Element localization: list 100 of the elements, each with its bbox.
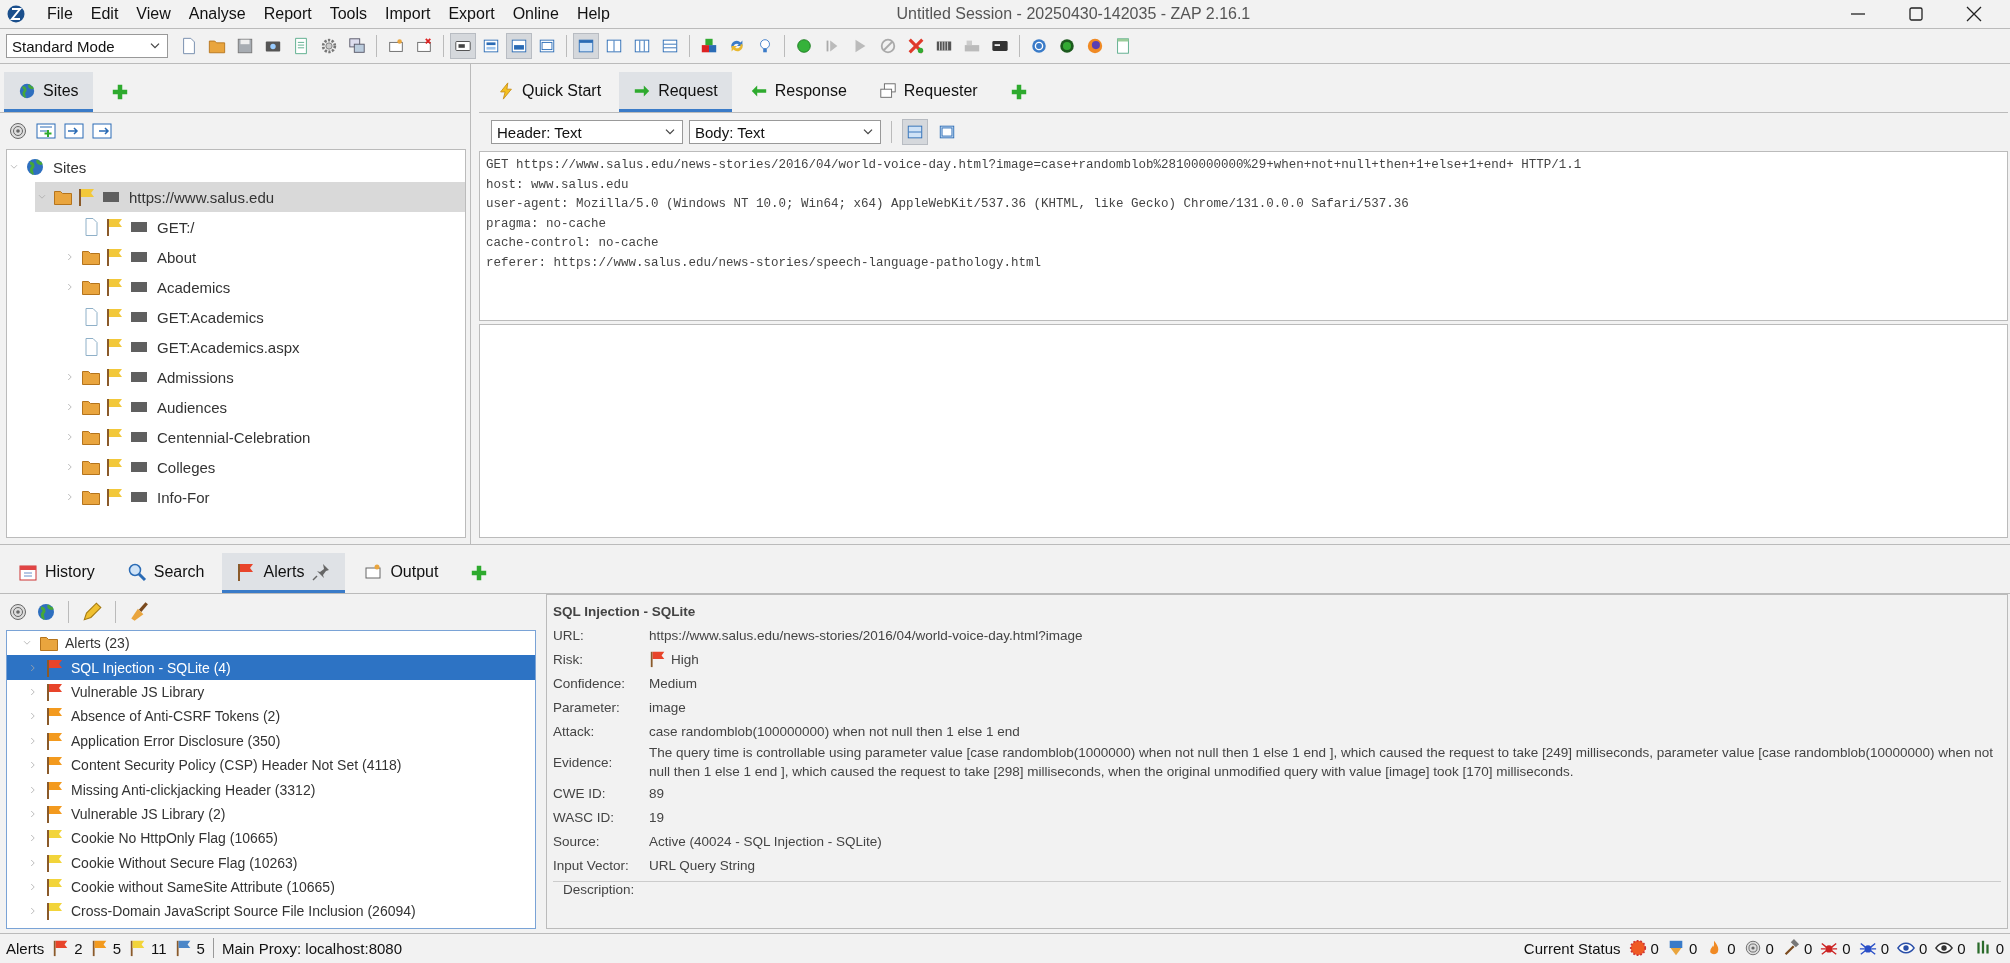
stop-icon[interactable] <box>879 37 897 55</box>
field-label: Source: <box>553 833 601 849</box>
add-icon[interactable] <box>110 83 129 101</box>
globe-icon <box>18 81 36 100</box>
import-icon[interactable] <box>64 121 84 141</box>
windows-icon[interactable] <box>348 37 366 55</box>
header-line: cache-control: no-cache <box>486 235 660 252</box>
tree-row[interactable]: Admissions <box>63 362 465 392</box>
document-icon[interactable] <box>180 37 198 55</box>
circle-icon[interactable] <box>795 37 813 55</box>
alert-row[interactable]: Cookie without SameSite Attribute (10665) <box>7 874 535 900</box>
tree-row[interactable]: GET:/ <box>63 212 465 242</box>
panel-tab[interactable]: Search <box>112 553 219 593</box>
maximize-icon[interactable] <box>1906 4 1926 24</box>
alert-row[interactable]: Cross-Domain JavaScript Source File Inclusion (26094) <box>7 899 535 924</box>
field-value: case randomblob(100000000) when not null then 1 else 1 end <box>649 722 1020 741</box>
panel-tab[interactable]: Alerts <box>222 553 346 593</box>
menu-item[interactable]: View <box>127 5 180 23</box>
layout-icon[interactable] <box>633 37 651 55</box>
alert-row[interactable]: Vulnerable JS Library <box>7 679 535 705</box>
tree-row[interactable]: GET:Academics.aspx <box>63 332 465 362</box>
menu-item[interactable]: Online <box>503 5 568 23</box>
burst-icon <box>1628 939 1647 957</box>
target-icon[interactable] <box>8 602 28 622</box>
menu-item[interactable]: File <box>38 5 82 23</box>
circle-icon[interactable] <box>1058 37 1076 55</box>
blocks-icon[interactable] <box>700 37 718 55</box>
alert-row[interactable]: Application Error Disclosure (350) <box>7 728 535 753</box>
status-label: Current Status <box>1523 939 1621 957</box>
note-icon[interactable] <box>415 37 433 55</box>
panel-tab[interactable]: History <box>4 553 109 593</box>
layout-icon[interactable] <box>605 37 623 55</box>
folder-icon[interactable] <box>36 121 56 141</box>
alert-row[interactable]: Cookie No HttpOnly Flag (10665) <box>7 826 535 851</box>
menu-item[interactable]: Export <box>439 5 504 23</box>
tree-row[interactable]: Sites <box>7 152 465 182</box>
layout-button[interactable] <box>902 119 928 145</box>
report-icon[interactable] <box>292 37 310 55</box>
add-icon[interactable] <box>470 564 489 582</box>
request-header-panel[interactable] <box>479 151 2008 321</box>
alert-row[interactable]: Content Security Policy (CSP) Header Not Set (4118) <box>7 752 535 778</box>
header-line: referer: https://www.salus.edu/news-stories/speech-language-pathology.html <box>486 254 1043 272</box>
alert-row[interactable]: Cookie Without Secure Flag (10263) <box>7 850 535 875</box>
tree-row[interactable]: Colleges <box>63 452 465 482</box>
help-icon[interactable] <box>1030 37 1048 55</box>
tree-row[interactable]: GET:Academics <box>63 302 465 332</box>
tree-row[interactable]: Centennial-Celebration <box>63 422 465 452</box>
menu-item[interactable]: Analyse <box>179 5 255 23</box>
panel-tab[interactable]: Requester <box>864 72 992 112</box>
menu-item[interactable]: Edit <box>81 5 128 23</box>
panel-tab[interactable]: Output <box>349 553 453 593</box>
menu-item[interactable]: Import <box>376 5 440 23</box>
header-view-dropdown[interactable]: Header: Text <box>491 120 683 144</box>
export-icon[interactable] <box>92 121 112 141</box>
broom-icon[interactable] <box>128 601 150 623</box>
tree-row[interactable]: About <box>63 242 465 272</box>
flag-icon <box>105 337 125 357</box>
globe-icon[interactable] <box>36 602 56 622</box>
tree-label: About <box>157 248 197 266</box>
field-value: 19 <box>649 808 665 827</box>
globe-icon <box>25 157 45 177</box>
alert-label: Content Security Policy (CSP) Header Not Set (4118) <box>71 757 402 774</box>
body-view-dropdown[interactable]: Body: Text <box>689 120 881 144</box>
alert-row[interactable]: Vulnerable JS Library (2) <box>7 801 535 827</box>
alert-count: 11 <box>151 939 167 957</box>
field-value: Active (40024 - SQL Injection - SQLite) <box>649 832 882 851</box>
panel-tab[interactable]: Quick Start <box>483 72 616 112</box>
alert-row[interactable]: Missing Anti-clickjacking Header (3312) <box>7 777 535 802</box>
tree-row[interactable]: https://www.salus.edu <box>35 182 465 212</box>
delete-icon[interactable] <box>907 37 925 55</box>
note-icon[interactable] <box>387 37 405 55</box>
header-line: host: www.salus.edu <box>486 176 630 194</box>
add-icon[interactable] <box>1009 83 1028 101</box>
menu-item[interactable]: Report <box>254 5 321 23</box>
notepad-icon[interactable] <box>1114 37 1132 55</box>
tree-row[interactable]: Academics <box>63 272 465 302</box>
gear-icon[interactable] <box>320 37 338 55</box>
layout-icon[interactable] <box>538 37 556 55</box>
tree-row[interactable]: Info-For <box>63 482 465 512</box>
layout-icon[interactable] <box>482 37 500 55</box>
alert-label: Cookie Without Secure Flag (10263) <box>71 854 298 871</box>
folder-icon[interactable] <box>208 37 226 55</box>
menu-item[interactable]: Help <box>567 5 619 23</box>
tree-row[interactable]: Audiences <box>63 392 465 422</box>
layout-icon[interactable] <box>661 37 679 55</box>
close-icon[interactable] <box>1964 4 1984 24</box>
mode-dropdown[interactable]: Standard Mode <box>6 34 168 58</box>
tree-row[interactable]: Alerts (23) <box>7 631 535 656</box>
sites-tab[interactable]: Sites <box>4 72 93 112</box>
panel-tab[interactable]: Response <box>735 72 861 112</box>
alert-row[interactable]: SQL Injection - SQLite (4) <box>7 655 535 680</box>
pencil-icon[interactable] <box>81 601 103 623</box>
panel-tab[interactable]: Request <box>619 72 732 112</box>
target-icon[interactable] <box>8 121 28 141</box>
alert-row[interactable]: Absence of Anti-CSRF Tokens (2) <box>7 704 535 729</box>
floppy-icon[interactable] <box>236 37 254 55</box>
browser-icon[interactable] <box>1086 37 1104 55</box>
menu-item[interactable]: Tools <box>320 5 377 23</box>
tree-label: GET:/ <box>157 218 195 236</box>
pin-icon[interactable] <box>311 561 332 582</box>
